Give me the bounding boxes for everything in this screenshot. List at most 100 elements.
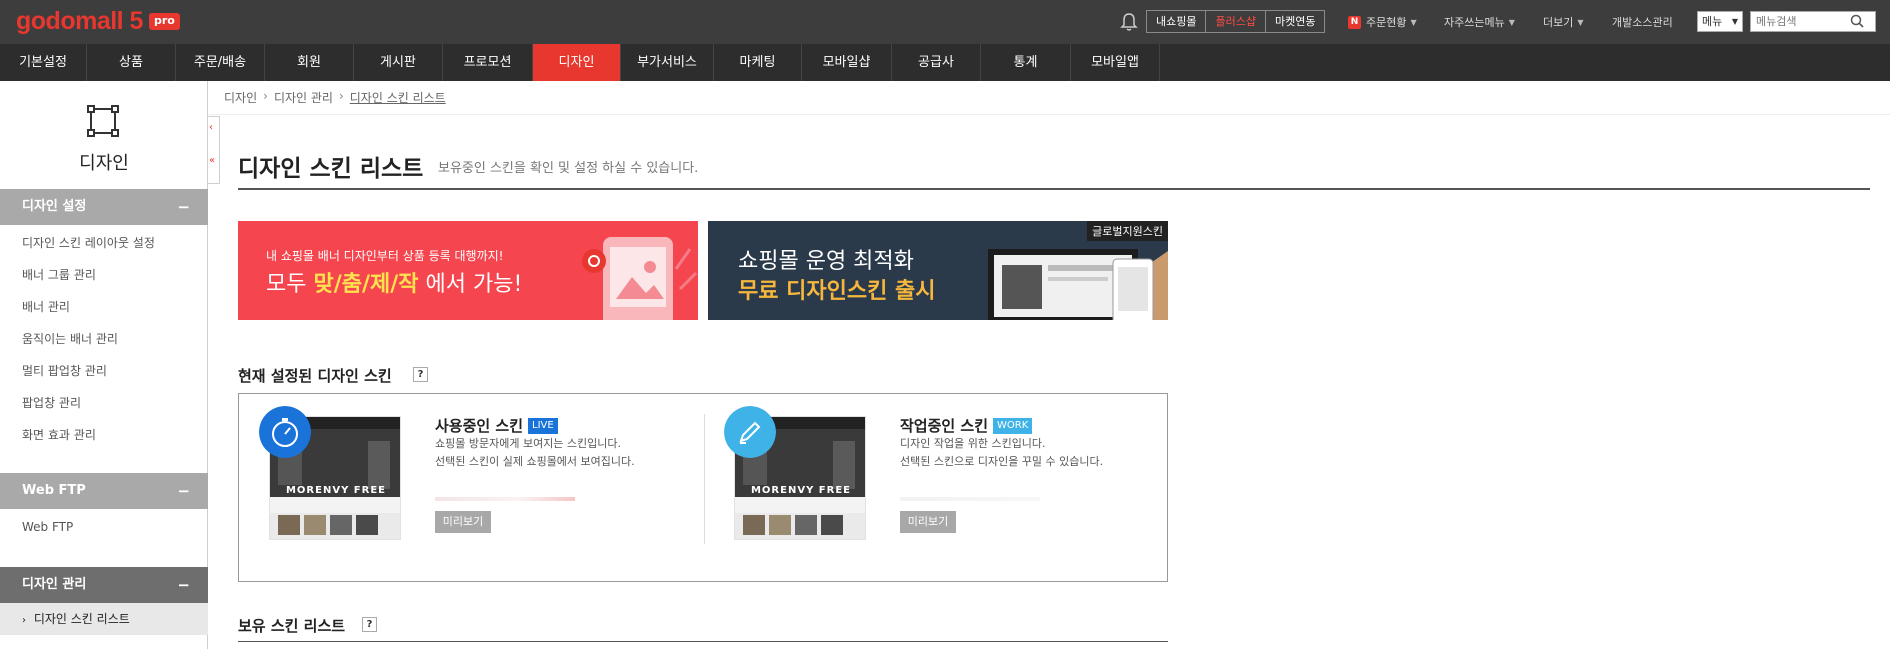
- caret-down-icon: ▼: [1508, 17, 1515, 27]
- sidebar-item-popup[interactable]: 팝업창 관리: [0, 387, 208, 419]
- shop-segment-group: 내쇼핑몰 플러스샵 마켓연동: [1146, 10, 1326, 33]
- breadcrumb-item[interactable]: 디자인: [224, 89, 257, 106]
- chevron-right-icon: ›: [338, 89, 344, 103]
- menu-design[interactable]: 디자인: [533, 44, 621, 81]
- caret-down-icon: ▼: [1410, 17, 1417, 27]
- live-skin-name: 사용중인 스킨 LIVE: [435, 415, 558, 436]
- sidebar-section-web-ftp[interactable]: Web FTP −: [0, 473, 208, 509]
- current-skin-title: 현재 설정된 디자인 스킨: [238, 367, 392, 385]
- thumbnail-label: MORENVY FREE: [750, 485, 851, 496]
- banner-text-prefix: 모두: [266, 272, 314, 297]
- favorites-label: 자주쓰는메뉴: [1444, 16, 1505, 29]
- help-icon[interactable]: ?: [413, 367, 428, 382]
- main-menu: 기본설정 상품 주문/배송 회원 게시판 프로모션 디자인 부가서비스 마케팅 …: [0, 44, 1890, 81]
- menu-select[interactable]: 메뉴 ▼: [1697, 11, 1743, 32]
- menu-basic-settings[interactable]: 기본설정: [0, 44, 87, 81]
- menu-board[interactable]: 게시판: [354, 44, 443, 81]
- live-skin-desc1: 쇼핑몰 방문자에게 보여지는 스킨입니다.: [435, 437, 622, 450]
- section-label: Web FTP: [22, 483, 86, 498]
- sidebar-item-web-ftp[interactable]: Web FTP: [0, 511, 208, 543]
- banner-line1: 쇼핑몰 운영 최적화: [738, 249, 914, 274]
- current-skin-panel: MORENVY FREE 사용중인 스킨 LIVE 쇼핑몰 방문자에게 보여지는…: [238, 393, 1168, 582]
- section-label: 디자인 설정: [22, 199, 87, 214]
- opensource-link[interactable]: 개발소스관리: [1612, 14, 1673, 30]
- search-icon[interactable]: [1850, 14, 1864, 28]
- title-divider: [238, 188, 1870, 190]
- sidebar-item-multi-popup[interactable]: 멀티 팝업창 관리: [0, 355, 208, 387]
- sidebar-collapse-tab[interactable]: ‹ «: [208, 116, 220, 184]
- tablet-illustration-icon: [582, 237, 698, 320]
- menu-select-value: 메뉴: [1702, 15, 1723, 28]
- menu-marketing[interactable]: 마케팅: [714, 44, 802, 81]
- work-skin-desc1: 디자인 작업을 위한 스킨입니다.: [900, 437, 1046, 450]
- design-frame-icon: [87, 105, 119, 137]
- owned-skin-divider: [238, 641, 1168, 642]
- favorites-menu[interactable]: 자주쓰는메뉴 ▼: [1444, 14, 1515, 30]
- chevron-left-icon[interactable]: ‹: [209, 122, 213, 133]
- my-shop-button[interactable]: 내쇼핑몰: [1147, 11, 1207, 32]
- global-skin-badge: 글로벌지원스킨: [1087, 221, 1168, 241]
- menu-products[interactable]: 상품: [87, 44, 176, 81]
- sidebar-item-screen-effect[interactable]: 화면 효과 관리: [0, 419, 208, 451]
- pencil-icon: [724, 406, 776, 458]
- caret-down-icon: ▼: [1577, 17, 1584, 27]
- menu-addon-services[interactable]: 부가서비스: [621, 44, 714, 81]
- panel-divider: [704, 414, 705, 544]
- page-description: 보유중인 스킨을 확인 및 설정 하실 수 있습니다.: [438, 161, 699, 176]
- collapse-minus-icon[interactable]: −: [177, 473, 190, 509]
- menu-statistics[interactable]: 통계: [981, 44, 1071, 81]
- more-label: 더보기: [1543, 16, 1574, 29]
- sidebar-item-skin-list[interactable]: › 디자인 스킨 리스트: [0, 603, 208, 635]
- banner-line2: 모두 맞/춤/제/작 에서 가능!: [266, 266, 522, 298]
- chevron-right-icon: ›: [263, 89, 268, 103]
- section-label: 디자인 관리: [22, 577, 87, 592]
- skin-name-text: 사용중인 스킨: [435, 417, 524, 435]
- sidebar-section-design-management[interactable]: 디자인 관리 −: [0, 567, 208, 603]
- menu-orders[interactable]: 주문/배송: [176, 44, 265, 81]
- banner-text-suffix: 에서 가능!: [418, 272, 523, 297]
- sidebar-item-skin-layout[interactable]: 디자인 스킨 레이아웃 설정: [0, 227, 208, 259]
- free-skin-banner[interactable]: 쇼핑몰 운영 최적화 무료 디자인스킨 출시 글로벌지원스킨: [708, 221, 1168, 320]
- menu-members[interactable]: 회원: [265, 44, 354, 81]
- banner-line1: 내 쇼핑몰 배너 디자인부터 상품 등록 대행까지!: [266, 249, 504, 263]
- live-badge: LIVE: [528, 417, 558, 434]
- logo-text: godomall 5: [16, 6, 143, 35]
- sidebar-item-moving-banner[interactable]: 움직이는 배너 관리: [0, 323, 208, 355]
- blurred-text-line: [435, 497, 575, 501]
- work-preview-button[interactable]: 미리보기: [900, 511, 956, 533]
- opensource-label: 개발소스관리: [1612, 16, 1673, 29]
- stopwatch-icon: [259, 406, 311, 458]
- more-menu[interactable]: 더보기 ▼: [1543, 14, 1584, 30]
- plus-shop-button[interactable]: 플러스샵: [1206, 11, 1266, 32]
- sidebar-item-label: 디자인 스킨 리스트: [33, 612, 130, 626]
- sidebar: 디자인 디자인 설정 − 디자인 스킨 레이아웃 설정 배너 그룹 관리 배너 …: [0, 81, 208, 649]
- sidebar-title: 디자인: [79, 153, 129, 174]
- menu-mobile-app[interactable]: 모바일앱: [1071, 44, 1160, 81]
- banner-line2: 무료 디자인스킨 출시: [738, 279, 936, 304]
- help-icon[interactable]: ?: [362, 617, 377, 632]
- breadcrumb-current[interactable]: 디자인 스킨 리스트: [350, 89, 446, 106]
- godomall-logo[interactable]: godomall 5 pro: [16, 6, 180, 36]
- market-link-button[interactable]: 마켓연동: [1265, 11, 1325, 32]
- work-badge: WORK: [993, 417, 1033, 434]
- work-skin-name: 작업중인 스킨 WORK: [900, 415, 1033, 436]
- work-skin-desc2: 선택된 스킨으로 디자인을 꾸밀 수 있습니다.: [900, 455, 1104, 468]
- chevron-right-icon: ›: [22, 615, 26, 626]
- live-preview-button[interactable]: 미리보기: [435, 511, 491, 533]
- sidebar-item-banner-group[interactable]: 배너 그룹 관리: [0, 259, 208, 291]
- menu-suppliers[interactable]: 공급사: [892, 44, 981, 81]
- collapse-minus-icon[interactable]: −: [177, 567, 190, 603]
- breadcrumb-item[interactable]: 디자인 관리: [274, 89, 333, 106]
- double-chevron-up-icon[interactable]: «: [209, 155, 215, 166]
- custom-design-banner[interactable]: 내 쇼핑몰 배너 디자인부터 상품 등록 대행까지! 모두 맞/춤/제/작 에서…: [238, 221, 698, 320]
- menu-promotion[interactable]: 프로모션: [443, 44, 533, 81]
- top-bar: godomall 5 pro 내쇼핑몰 플러스샵 마켓연동 N 주문현황 ▼ 자…: [0, 0, 1890, 44]
- bell-icon[interactable]: [1120, 12, 1138, 32]
- thumbnail-label: MORENVY FREE: [285, 485, 386, 496]
- sidebar-section-design-settings[interactable]: 디자인 설정 −: [0, 189, 208, 225]
- collapse-minus-icon[interactable]: −: [177, 189, 190, 225]
- menu-mobile-shop[interactable]: 모바일샵: [802, 44, 892, 81]
- sidebar-item-banner[interactable]: 배너 관리: [0, 291, 208, 323]
- caret-down-icon: ▼: [1731, 17, 1738, 26]
- order-status-menu[interactable]: N 주문현황 ▼: [1348, 14, 1417, 30]
